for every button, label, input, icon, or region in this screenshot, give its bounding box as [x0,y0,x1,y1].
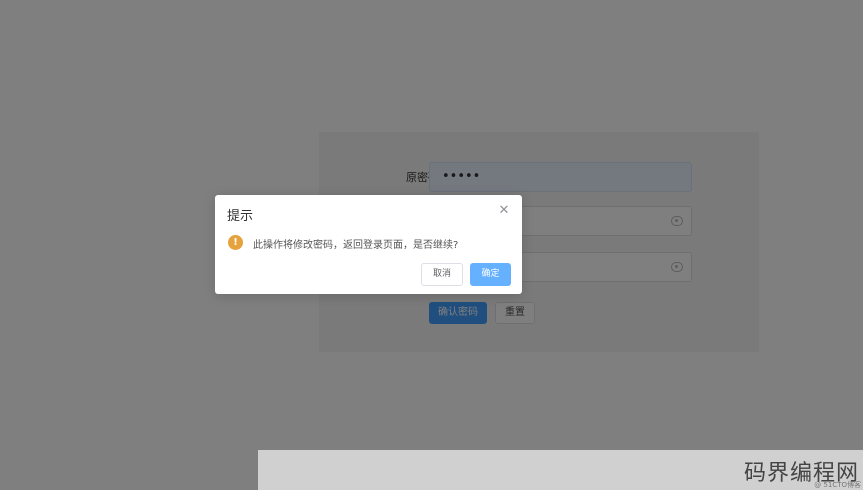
message-box-text: 此操作将修改密码，返回登录页面，是否继续? [253,240,459,251]
message-box: 提示 ✕ ! 此操作将修改密码，返回登录页面，是否继续? 取消 确定 [215,195,522,294]
cancel-button[interactable]: 取消 [421,263,463,286]
watermark-sub: @ 51CTO博客 [814,481,861,489]
message-box-title: 提示 [227,209,254,224]
confirm-button[interactable]: 确定 [470,263,511,286]
warning-icon: ! [228,235,243,250]
close-icon[interactable]: ✕ [498,204,510,217]
